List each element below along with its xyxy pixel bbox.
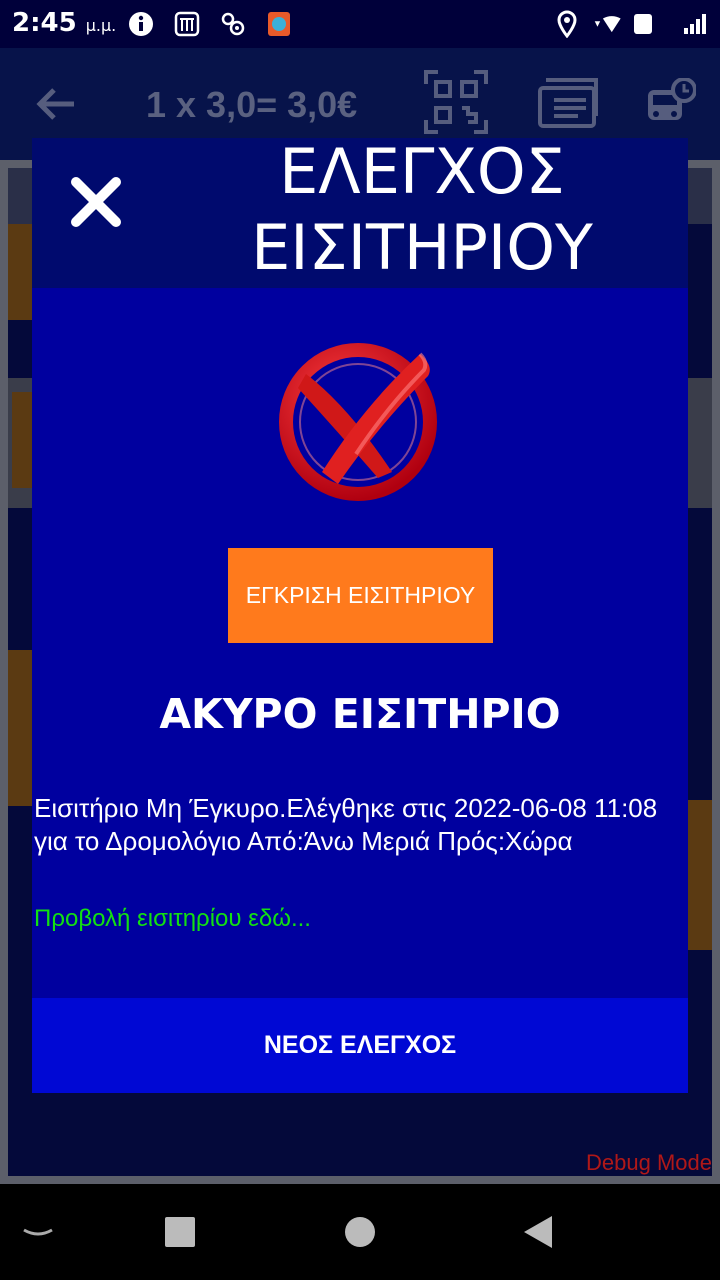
app-badge-icon	[264, 9, 294, 39]
qr-code-icon[interactable]	[424, 70, 488, 134]
location-icon	[552, 9, 582, 39]
price-text: 1 x 3,0= 3,0€	[146, 84, 358, 125]
clock-ampm: μ.μ.	[85, 16, 117, 35]
list-item	[8, 650, 34, 806]
nav-collapse-icon[interactable]	[18, 1214, 58, 1250]
back-arrow-icon[interactable]	[34, 82, 78, 126]
notification-icons	[126, 9, 294, 39]
result-title: ΑΚΥΡΟ ΕΙΣΙΤΗΡΙΟ	[159, 690, 561, 738]
ticket-check-dialog: ΕΛΕΓΧΟΣ ΕΙΣΙΤΗΡΙΟΥ ΕΓΚΡΙΣΗ ΕΙΣΙΤΗΡΙΟΥ ΑΚ…	[32, 135, 688, 1093]
settings-gear-icon	[218, 9, 248, 39]
close-icon[interactable]	[68, 174, 124, 230]
store-icon	[172, 9, 202, 39]
approve-ticket-button[interactable]: ΕΓΚΡΙΣΗ ΕΙΣΙΤΗΡΙΟΥ	[228, 548, 493, 643]
new-check-button[interactable]: ΝΕΟΣ ΕΛΕΓΧΟΣ	[32, 998, 688, 1093]
nav-back-icon[interactable]	[520, 1214, 560, 1250]
roaming-icon	[632, 9, 654, 39]
signal-4g-icon	[664, 9, 710, 39]
clock-time: 2:45	[12, 8, 77, 38]
dialog-title: ΕΛΕΓΧΟΣ ΕΙΣΙΤΗΡΙΟΥ	[251, 135, 593, 284]
status-bar: 2:45 μ.μ.	[0, 0, 720, 48]
bus-clock-icon[interactable]	[646, 77, 697, 128]
wifi-icon	[592, 9, 622, 39]
invalid-x-icon	[278, 336, 446, 504]
navigation-bar	[0, 1184, 720, 1280]
nav-home-icon[interactable]	[342, 1214, 382, 1250]
status-time: 2:45 μ.μ.	[12, 8, 116, 38]
dialog-header: ΕΛΕΓΧΟΣ ΕΙΣΙΤΗΡΙΟΥ	[32, 135, 688, 288]
info-icon	[126, 9, 156, 39]
list-item	[688, 800, 712, 950]
system-icons	[552, 9, 710, 39]
ticket-icon[interactable]	[536, 76, 600, 132]
debug-mode-label: Debug Mode	[586, 1150, 712, 1175]
nav-recents-icon[interactable]	[162, 1214, 202, 1250]
view-ticket-link[interactable]: Προβολή εισιτηρίου εδώ...	[34, 905, 311, 933]
ticket-details: Εισιτήριο Μη Έγκυρο.Ελέγθηκε στις 2022-0…	[34, 793, 658, 856]
